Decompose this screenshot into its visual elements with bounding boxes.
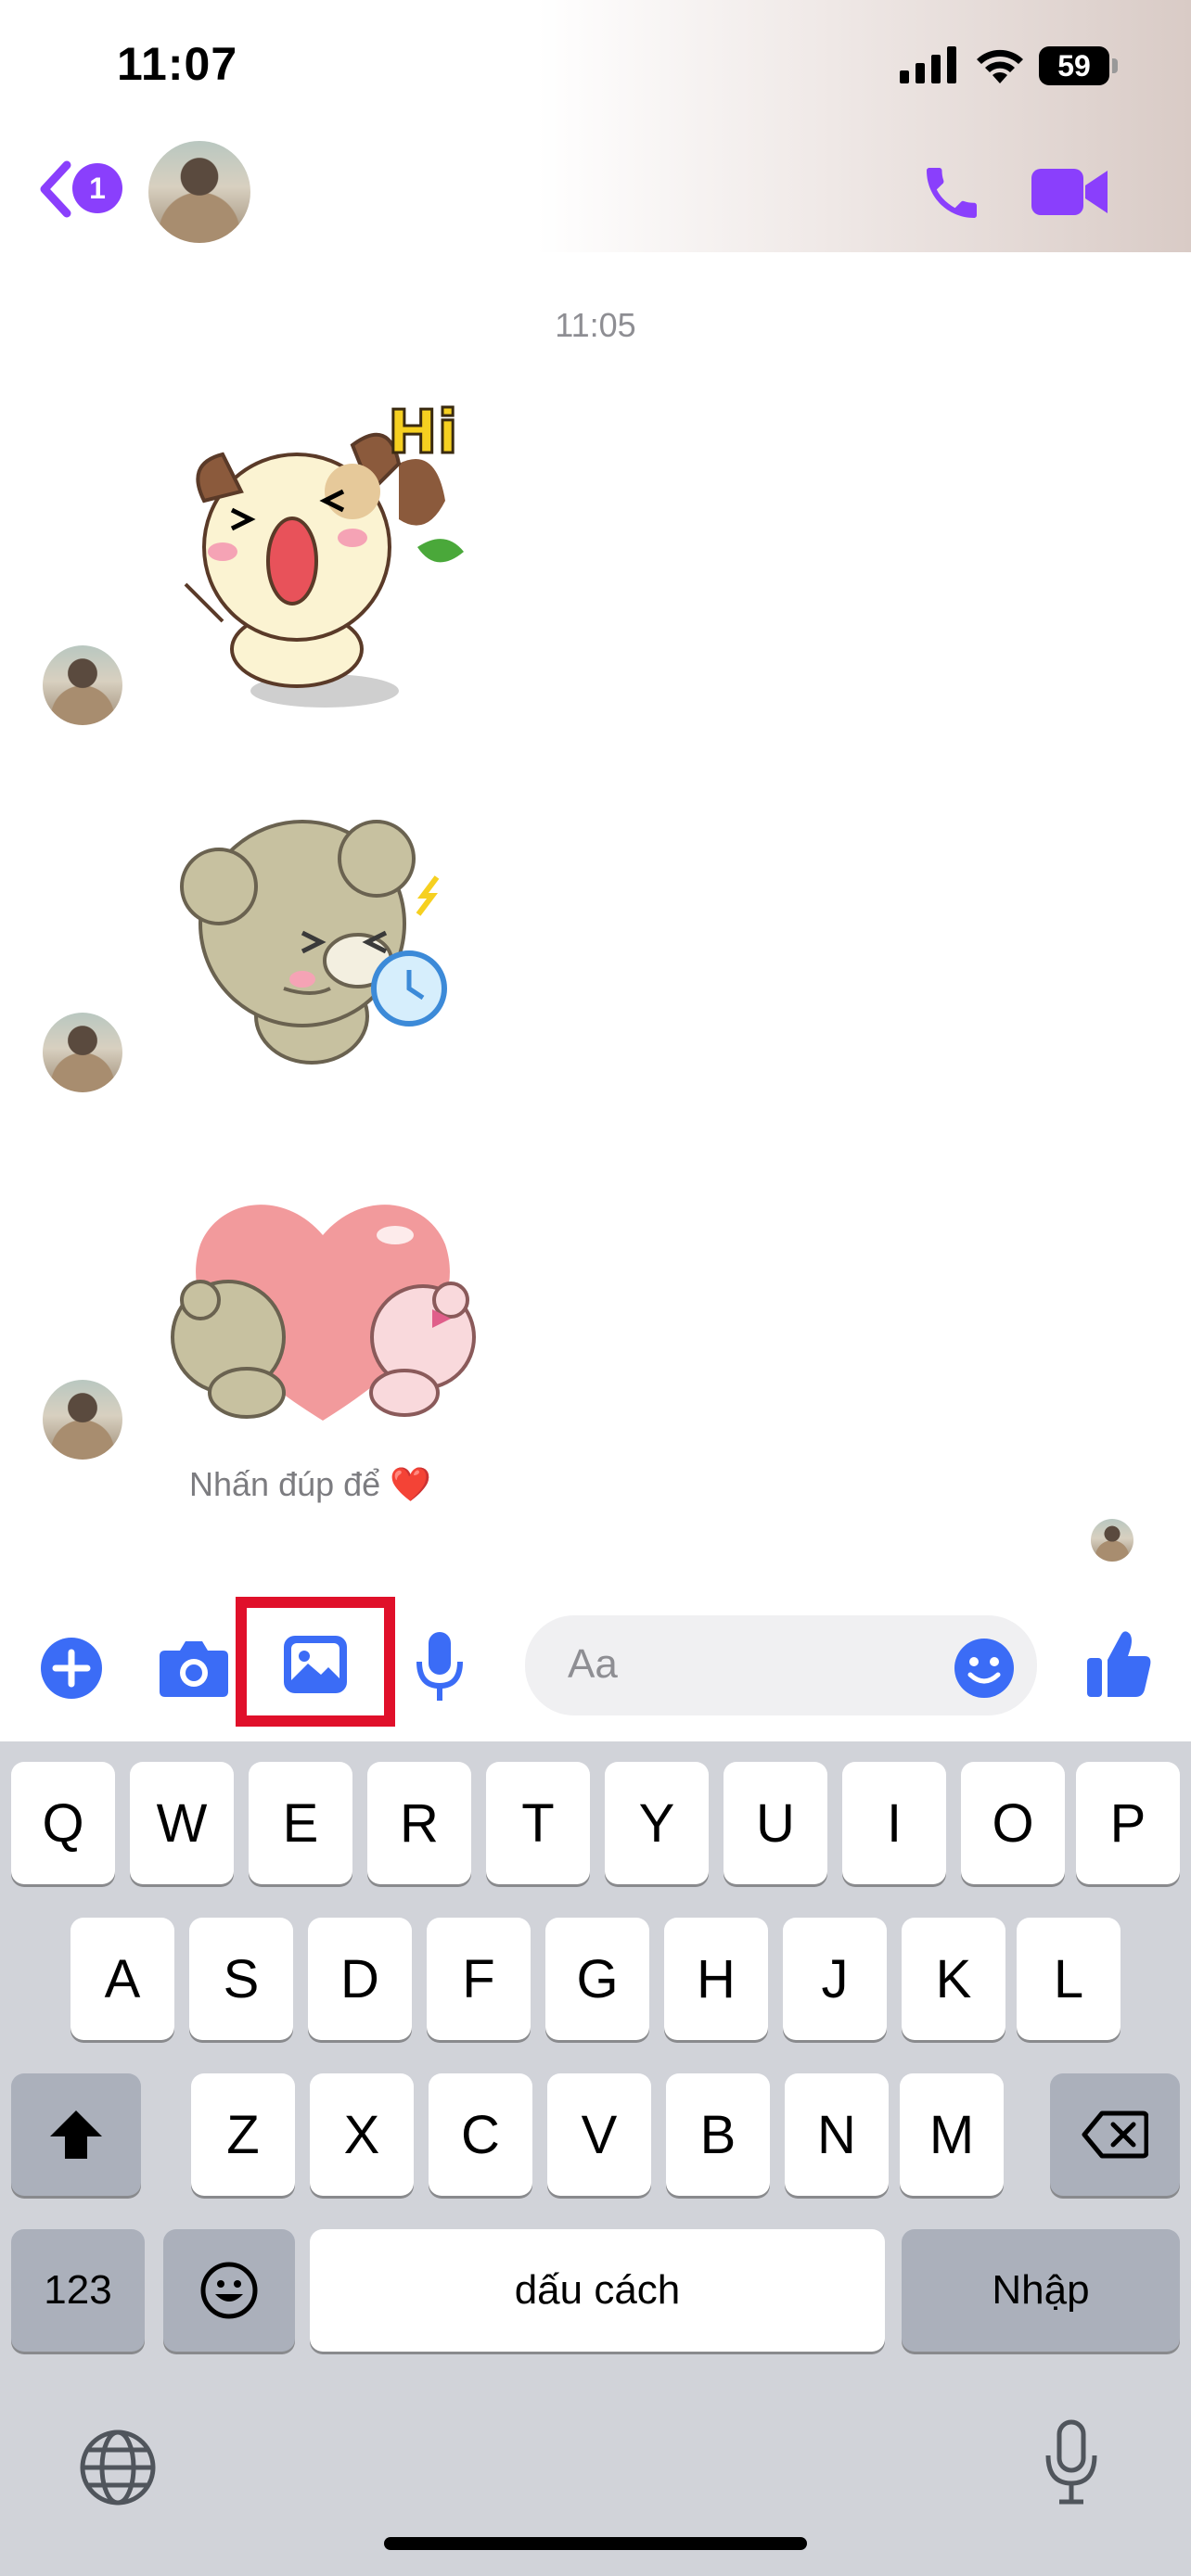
- space-key[interactable]: dấu cách: [310, 2229, 885, 2352]
- video-call-button[interactable]: [1030, 163, 1109, 221]
- delete-key[interactable]: [1050, 2073, 1180, 2196]
- message-input-placeholder: Aa: [568, 1641, 618, 1687]
- emoji-button[interactable]: [954, 1638, 1015, 1699]
- double-tap-hint: Nhấn đúp để ❤️: [189, 1465, 431, 1503]
- key-c[interactable]: C: [429, 2073, 532, 2196]
- key-b[interactable]: B: [666, 2073, 770, 2196]
- sticker-bears-heart[interactable]: [163, 1189, 482, 1430]
- key-f[interactable]: F: [427, 1918, 531, 2040]
- status-time: 11:07: [117, 38, 238, 90]
- sticker-hi-text: Hi: [388, 399, 458, 467]
- battery-level: 59: [1057, 48, 1091, 83]
- key-k[interactable]: K: [902, 1918, 1005, 2040]
- sticker-bear-alarm[interactable]: [173, 803, 469, 1081]
- key-z[interactable]: Z: [191, 2073, 295, 2196]
- bear-alarm-sticker-image: [180, 820, 447, 1065]
- home-indicator[interactable]: [384, 2537, 807, 2550]
- key-p[interactable]: P: [1076, 1762, 1180, 1884]
- key-m[interactable]: M: [900, 2073, 1004, 2196]
- numbers-key[interactable]: 123: [11, 2229, 145, 2352]
- return-key[interactable]: Nhập: [902, 2229, 1180, 2352]
- key-e[interactable]: E: [249, 1762, 352, 1884]
- emoji-face-icon: [200, 2262, 258, 2319]
- sender-avatar[interactable]: [43, 1380, 122, 1460]
- globe-icon: [80, 2429, 156, 2506]
- key-i[interactable]: I: [842, 1762, 946, 1884]
- read-receipt-avatar: [1091, 1519, 1133, 1562]
- unread-badge[interactable]: 1: [72, 163, 122, 213]
- plus-circle-icon: [41, 1638, 102, 1699]
- key-v[interactable]: V: [547, 2073, 651, 2196]
- like-button[interactable]: [1085, 1628, 1152, 1699]
- battery-tip: [1112, 58, 1118, 73]
- wifi-icon: [977, 49, 1023, 83]
- key-t[interactable]: T: [486, 1762, 590, 1884]
- voice-call-button[interactable]: [918, 159, 985, 226]
- key-x[interactable]: X: [310, 2073, 414, 2196]
- cellular-signal-icon: [900, 46, 956, 83]
- dictation-button[interactable]: [1043, 2418, 1100, 2507]
- camera-icon: [160, 1641, 228, 1697]
- bears-heart-sticker-image: [171, 1205, 476, 1421]
- shift-key[interactable]: [11, 2073, 141, 2196]
- backspace-icon: [1082, 2111, 1148, 2159]
- key-j[interactable]: J: [783, 1918, 887, 2040]
- key-w[interactable]: W: [130, 1762, 234, 1884]
- sticker-puppy-hi[interactable]: Hi: [167, 389, 482, 714]
- message-timestamp: 11:05: [555, 306, 636, 344]
- globe-button[interactable]: [78, 2428, 158, 2507]
- key-u[interactable]: U: [724, 1762, 827, 1884]
- key-l[interactable]: L: [1017, 1918, 1121, 2040]
- key-a[interactable]: A: [70, 1918, 174, 2040]
- status-bar: 11:07 59: [0, 0, 1191, 139]
- more-actions-button[interactable]: [39, 1636, 104, 1701]
- key-s[interactable]: S: [189, 1918, 293, 2040]
- thumbs-up-icon: [1087, 1631, 1151, 1697]
- shift-arrow-icon: [50, 2111, 102, 2159]
- emoji-keyboard-key[interactable]: [163, 2229, 295, 2352]
- key-g[interactable]: G: [545, 1918, 649, 2040]
- microphone-icon: [416, 1632, 463, 1701]
- camera-button[interactable]: [158, 1638, 230, 1699]
- key-h[interactable]: H: [664, 1918, 768, 2040]
- key-r[interactable]: R: [367, 1762, 471, 1884]
- battery-icon: 59: [1039, 46, 1109, 85]
- key-o[interactable]: O: [961, 1762, 1065, 1884]
- puppy-hi-sticker-image: Hi: [184, 398, 464, 708]
- key-y[interactable]: Y: [605, 1762, 709, 1884]
- voice-message-button[interactable]: [416, 1630, 464, 1704]
- gallery-button-highlight: [236, 1597, 395, 1727]
- smiley-icon: [954, 1639, 1014, 1698]
- contact-name[interactable]: [275, 167, 460, 213]
- video-camera-icon: [1031, 169, 1108, 215]
- key-d[interactable]: D: [308, 1918, 412, 2040]
- phone-icon: [927, 168, 977, 218]
- sender-avatar[interactable]: [43, 1013, 122, 1092]
- dictation-microphone-icon: [1045, 2419, 1097, 2505]
- sender-avatar[interactable]: [43, 645, 122, 725]
- key-n[interactable]: N: [785, 2073, 889, 2196]
- contact-avatar[interactable]: [148, 141, 250, 243]
- key-q[interactable]: Q: [11, 1762, 115, 1884]
